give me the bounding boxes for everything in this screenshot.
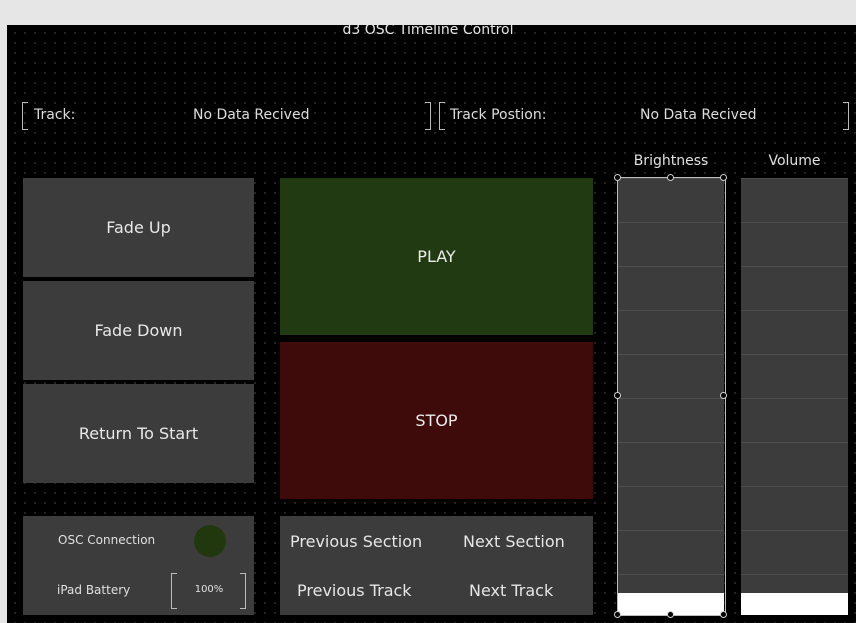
navigation-panel [280,516,593,615]
ipad-battery-label: iPad Battery [57,583,131,597]
return-to-start-button[interactable]: Return To Start [23,384,254,483]
track-bracket-right [425,102,431,130]
osc-connection-led [194,525,226,557]
resize-handle[interactable] [667,174,674,181]
volume-label: Volume [768,153,821,169]
battery-bracket-left [171,573,177,609]
track-label: Track: [34,107,76,123]
resize-handle[interactable] [614,392,621,399]
fade-up-button[interactable]: Fade Up [23,178,254,277]
resize-handle[interactable] [614,611,621,618]
volume-fader[interactable] [741,178,848,615]
brightness-label: Brightness [633,153,709,169]
position-bracket-left [439,102,445,130]
track-bracket-left [22,102,28,130]
resize-handle[interactable] [720,174,727,181]
brightness-fader[interactable] [618,178,724,615]
position-bracket-right [843,102,849,130]
osc-connection-label: OSC Connection [58,533,156,547]
next-track-button[interactable]: Next Track [469,581,553,600]
resize-handle[interactable] [667,611,674,618]
battery-bracket-right [240,573,246,609]
stop-button[interactable]: STOP [280,342,593,499]
resize-handle[interactable] [720,611,727,618]
track-position-label: Track Postion: [450,107,547,123]
previous-section-button[interactable]: Previous Section [290,532,422,551]
ipad-battery-value: 100% [194,584,224,595]
resize-handle[interactable] [614,174,621,181]
resize-handle[interactable] [720,392,727,399]
track-position-value: No Data Recived [640,107,757,123]
track-value: No Data Recived [193,107,310,123]
fade-down-button[interactable]: Fade Down [23,281,254,380]
play-button[interactable]: PLAY [280,178,593,335]
previous-track-button[interactable]: Previous Track [297,581,412,600]
volume-fader-fill [741,593,848,615]
app-title: d3 OSC Timeline Control [342,22,514,38]
next-section-button[interactable]: Next Section [463,532,565,551]
